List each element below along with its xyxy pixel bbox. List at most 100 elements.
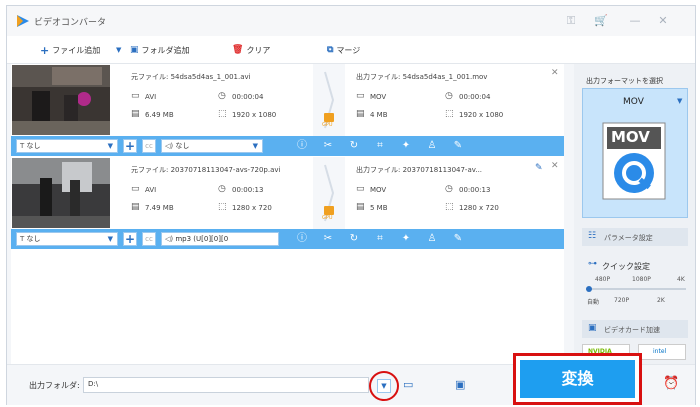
audio-track-value: なし — [175, 142, 190, 150]
format-selector[interactable]: MOV ▼ MOV — [582, 88, 688, 218]
output-folder-input[interactable]: D:\ — [83, 377, 369, 393]
subtitle-select[interactable]: T なし ▼ — [16, 232, 118, 246]
alarm-clock-icon[interactable]: ⏰ — [663, 376, 679, 391]
resolution-icon: ⬚ — [445, 202, 454, 212]
gpu-badge: GPU — [321, 205, 337, 221]
output-folder-dropdown-button[interactable]: ▼ — [369, 371, 399, 401]
gpu-label: GPU — [322, 215, 333, 221]
output-folder-path: D:\ — [88, 380, 99, 388]
video-thumbnail — [12, 65, 110, 135]
remove-file-icon[interactable]: ✕ — [551, 161, 559, 171]
convert-button-highlight: 変換 — [513, 353, 642, 405]
gpu-badge: GPU — [321, 112, 337, 128]
add-folder-button[interactable]: ▣ フォルダ追加 — [130, 43, 190, 57]
title-bar: ビデオコンバータ ⚿ 🛒 — ✕ — [7, 6, 695, 36]
quality-auto: 自動 — [587, 299, 600, 306]
clear-button[interactable]: 🗑 クリア — [232, 43, 270, 57]
minimize-icon[interactable]: — — [627, 13, 643, 29]
output-size: 5 MB — [370, 204, 388, 212]
watermark-icon[interactable]: ♙ — [425, 232, 439, 246]
gpu-acceleration-button[interactable]: ▣ ビデオカード加速 — [582, 320, 688, 338]
mov-format-icon: MOV — [601, 121, 667, 201]
source-duration: 00:00:04 — [232, 93, 264, 101]
open-output-folder-icon[interactable]: ▣ — [455, 378, 465, 391]
add-file-label: ファイル追加 — [52, 45, 101, 55]
rotate-icon[interactable]: ↻ — [347, 139, 361, 153]
info-icon[interactable]: ⓘ — [295, 232, 309, 246]
dropdown-arrow-icon: ▼ — [377, 379, 391, 393]
audio-track-select[interactable]: ◁) mp3 (U[0][0][0 — [161, 232, 279, 246]
add-subtitle-button[interactable]: + — [123, 232, 137, 246]
add-folder-label: フォルダ追加 — [141, 45, 190, 55]
quality-1080p: 1080P — [632, 276, 651, 283]
video-format-icon: ▭ — [356, 184, 365, 194]
cut-icon[interactable]: ✂ — [321, 139, 335, 153]
file-size-icon: ▤ — [356, 109, 365, 119]
dropdown-arrow-icon: ▼ — [107, 142, 113, 150]
folder-icon: ▣ — [130, 45, 139, 55]
source-file-name: 元ファイル: 20370718113047-avs-720p.avi — [131, 166, 281, 174]
quality-4k: 4K — [677, 276, 685, 283]
edit-icon[interactable]: ✎ — [451, 139, 465, 153]
merge-button[interactable]: ⧉ マージ — [327, 43, 360, 57]
output-size: 4 MB — [370, 111, 388, 119]
edit-icon[interactable]: ✎ — [451, 232, 465, 246]
dropdown-arrow-icon: ▼ — [252, 142, 258, 150]
rotate-icon[interactable]: ↻ — [347, 232, 361, 246]
cc-icon[interactable]: cc — [142, 139, 156, 153]
clock-icon: ◷ — [445, 184, 453, 194]
watermark-icon[interactable]: ♙ — [425, 139, 439, 153]
close-icon[interactable]: ✕ — [655, 13, 671, 29]
audio-track-select[interactable]: ◁) なし ▼ — [161, 139, 263, 153]
quality-720p: 720P — [614, 297, 630, 304]
remove-file-icon[interactable]: ✕ — [551, 68, 559, 78]
file-row[interactable]: 元ファイル: 20370718113047-avs-720p.avi ▭ AVI… — [11, 157, 564, 229]
source-duration: 00:00:13 — [232, 186, 264, 194]
source-size: 6.49 MB — [145, 111, 174, 119]
subtitle-select[interactable]: T なし ▼ — [16, 139, 118, 153]
file-size-icon: ▤ — [131, 202, 140, 212]
add-file-dropdown-icon[interactable]: ▼ — [116, 43, 121, 57]
speaker-icon: ◁) — [165, 235, 176, 243]
folder-open-icon[interactable]: ▭ — [403, 378, 413, 391]
parameter-settings-button[interactable]: ☷ パラメータ設定 — [582, 228, 688, 246]
source-format: AVI — [145, 93, 157, 101]
effect-icon[interactable]: ✦ — [399, 232, 413, 246]
clear-label: クリア — [246, 45, 271, 55]
crop-icon[interactable]: ⌗ — [373, 232, 387, 246]
output-duration: 00:00:04 — [459, 93, 491, 101]
audio-track-value: mp3 (U[0][0][0 — [175, 235, 229, 243]
crop-icon[interactable]: ⌗ — [373, 139, 387, 153]
merge-label: マージ — [336, 45, 361, 55]
source-size: 7.49 MB — [145, 204, 174, 212]
format-name: MOV — [623, 97, 644, 107]
quick-settings-label: クイック設定 — [602, 262, 650, 271]
info-icon[interactable]: ⓘ — [295, 139, 309, 153]
cc-icon[interactable]: cc — [142, 232, 156, 246]
add-subtitle-button[interactable]: + — [123, 139, 137, 153]
file-row[interactable]: 元ファイル: 54dsa5d4as_1_001.avi ▭ AVI ◷ 00:0… — [11, 64, 564, 136]
video-format-icon: ▭ — [131, 184, 140, 194]
gpu-acceleration-label: ビデオカード加速 — [604, 326, 660, 334]
speaker-icon: ◁) — [165, 142, 176, 150]
clock-icon: ◷ — [218, 184, 226, 194]
source-file-name: 元ファイル: 54dsa5d4as_1_001.avi — [131, 73, 251, 81]
output-format: MOV — [370, 186, 387, 194]
cut-icon[interactable]: ✂ — [321, 232, 335, 246]
select-format-label: 出力フォーマットを選択 — [586, 77, 663, 85]
rename-icon[interactable]: ✎ — [535, 163, 543, 173]
cart-icon[interactable]: 🛒 — [593, 13, 609, 29]
app-title: ビデオコンバータ — [34, 18, 107, 28]
slider-handle[interactable] — [586, 286, 592, 292]
source-resolution: 1920 x 1080 — [232, 111, 277, 119]
settings-sliders-icon: ☷ — [588, 231, 597, 241]
key-icon[interactable]: ⚿ — [563, 13, 579, 29]
add-file-button[interactable]: + ファイル追加 — [40, 43, 100, 57]
quality-slider[interactable] — [586, 286, 686, 292]
effect-icon[interactable]: ✦ — [399, 139, 413, 153]
mov-icon-text: MOV — [611, 128, 650, 146]
file-size-icon: ▤ — [131, 109, 140, 119]
convert-button[interactable]: 変換 — [520, 360, 635, 398]
resolution-icon: ⬚ — [445, 109, 454, 119]
file-edit-bar: T なし ▼ + cc ◁) なし ▼ ⓘ ✂ ↻ ⌗ ✦ ♙ ✎ — [11, 136, 564, 156]
